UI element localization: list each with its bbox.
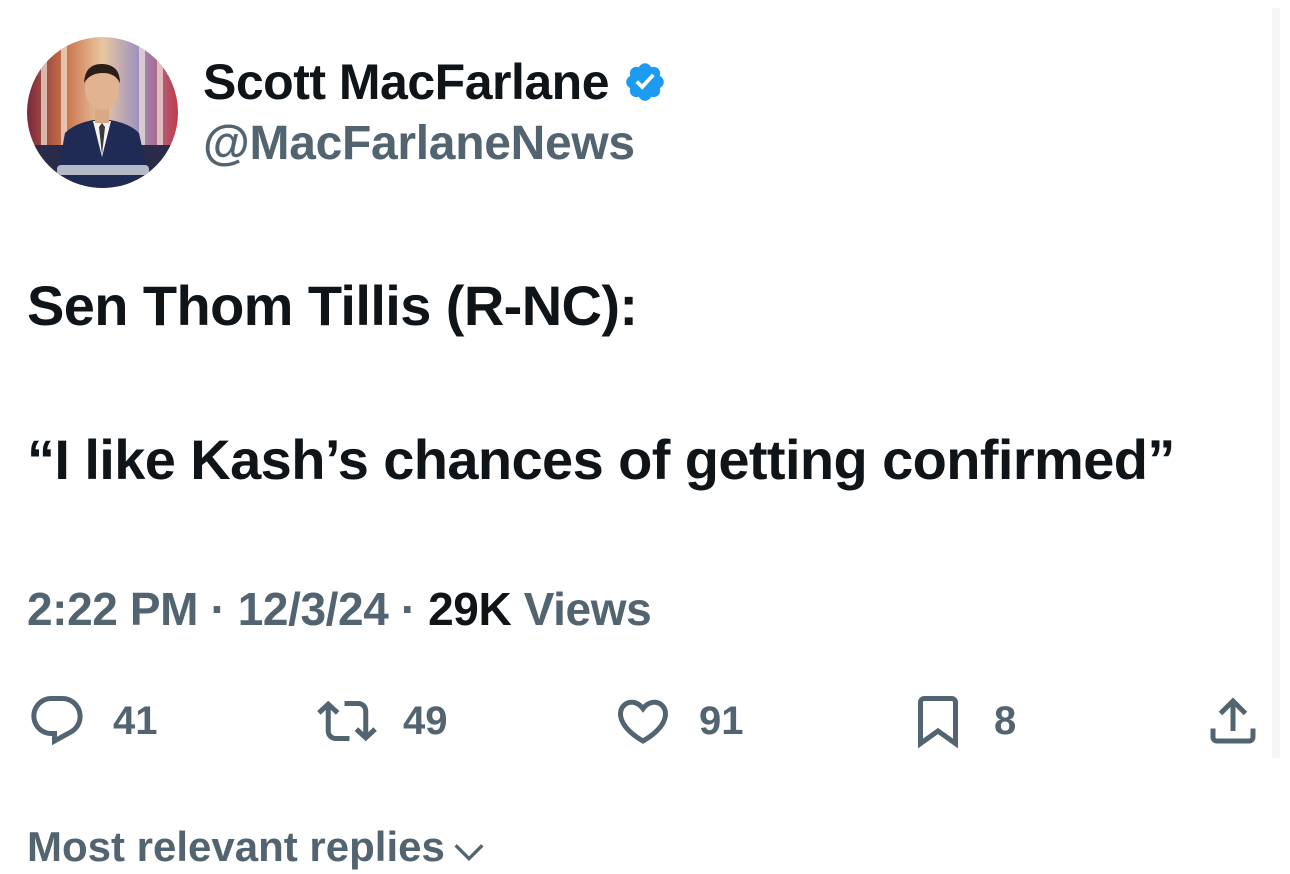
like-count: 91 [699, 698, 744, 743]
bookmark-button[interactable]: 8 [908, 686, 1016, 756]
verified-badge-icon[interactable] [623, 60, 667, 104]
meta-separator: · [388, 583, 429, 635]
author-display-name[interactable]: Scott MacFarlane [203, 52, 610, 112]
avatar-image [27, 37, 178, 188]
share-upload-icon [1210, 697, 1256, 744]
author-display-name-row[interactable]: Scott MacFarlane [203, 52, 667, 112]
replies-sort-label: Most relevant replies [27, 823, 445, 870]
views-label: Views [511, 583, 652, 635]
avatar[interactable] [27, 37, 178, 188]
reply-count: 41 [113, 698, 158, 743]
bookmark-count: 8 [994, 698, 1017, 743]
tweet-time[interactable]: 2:22 PM [27, 583, 198, 635]
retweet-arrows-icon [317, 700, 377, 742]
like-button[interactable]: 91 [613, 686, 744, 756]
bookmark-icon [918, 696, 958, 749]
heart-icon [617, 699, 669, 744]
tweet-text-line-2: “I like Kash’s chances of getting confir… [27, 428, 1175, 491]
tweet-action-bar: 41 49 91 8 [0, 686, 1290, 756]
author-handle[interactable]: @MacFarlaneNews [203, 114, 635, 174]
scrollbar-track [1272, 8, 1280, 758]
tweet-date[interactable]: 12/3/24 [238, 583, 389, 635]
retweet-count: 49 [403, 698, 448, 743]
reply-button[interactable]: 41 [27, 686, 158, 756]
replies-sort-dropdown[interactable]: Most relevant replies [27, 820, 489, 874]
retweet-button[interactable]: 49 [317, 686, 448, 756]
speech-bubble-icon [31, 696, 83, 746]
tweet-text-line-1: Sen Thom Tillis (R-NC): [27, 274, 638, 337]
tweet-metadata: 2:22 PM · 12/3/24 · 29K Views [27, 580, 652, 638]
meta-separator: · [198, 583, 238, 635]
chevron-down-icon [454, 844, 484, 862]
share-button[interactable] [1203, 686, 1263, 756]
views-count: 29K [428, 583, 512, 635]
